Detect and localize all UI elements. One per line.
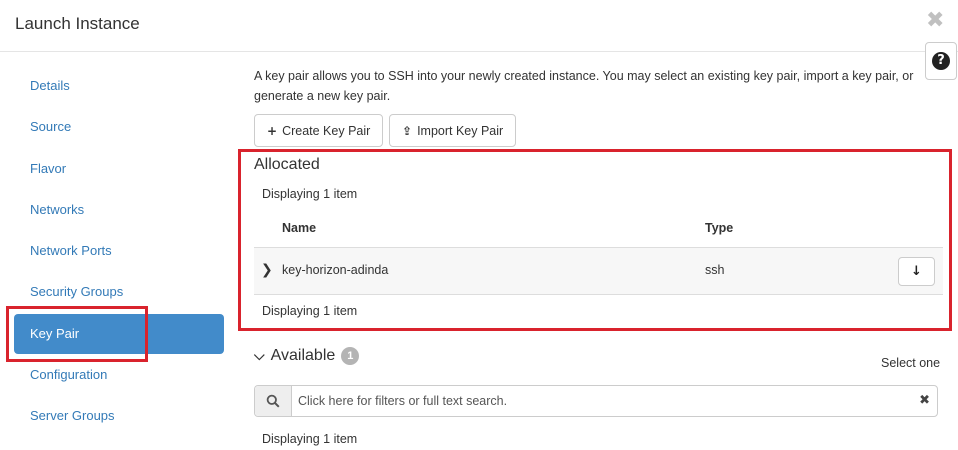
search-input[interactable] <box>292 386 904 416</box>
sidebar-item-flavor[interactable]: Flavor <box>14 149 224 189</box>
sidebar-item-details[interactable]: Details <box>14 66 224 106</box>
select-one-hint: Select one <box>881 356 941 370</box>
sidebar-item-server-groups[interactable]: Server Groups <box>14 396 224 436</box>
import-key-pair-label: Import Key Pair <box>417 123 504 138</box>
deallocate-button[interactable]: ↓ <box>898 257 935 286</box>
sidebar-item-key-pair[interactable]: Key Pair <box>14 313 224 354</box>
sidebar-item-security-groups[interactable]: Security Groups <box>14 272 224 312</box>
sidebar-item-networks[interactable]: Networks <box>14 190 224 230</box>
available-title[interactable]: Available <box>271 347 336 365</box>
available-display-count: Displaying 1 item <box>262 432 358 446</box>
modal-title: Launch Instance <box>15 14 140 33</box>
available-header: ⌵ Available 1 <box>254 347 360 365</box>
arrow-down-icon: ↓ <box>911 264 922 279</box>
sidebar-item-source[interactable]: Source <box>14 107 224 147</box>
search-icon <box>255 386 292 416</box>
help-button[interactable]: ? <box>925 42 957 80</box>
create-key-pair-label: Create Key Pair <box>282 123 371 138</box>
key-pair-description: A key pair allows you to SSH into your n… <box>254 69 914 103</box>
clear-search-icon[interactable]: ✖ <box>919 393 930 408</box>
header-divider <box>0 51 958 52</box>
allocated-title: Allocated <box>254 156 320 173</box>
table-row-divider <box>254 294 943 295</box>
chevron-down-icon[interactable]: ⌵ <box>254 348 265 364</box>
plus-icon: + <box>267 123 278 138</box>
allocated-display-count-bottom: Displaying 1 item <box>262 304 358 318</box>
wizard-sidebar: Details Source Flavor Networks Network P… <box>14 66 224 438</box>
column-header-name[interactable]: Name <box>282 221 316 235</box>
sidebar-item-configuration[interactable]: Configuration <box>14 355 224 395</box>
key-pair-type-cell: ssh <box>705 263 725 277</box>
create-key-pair-button[interactable]: + Create Key Pair <box>254 114 384 147</box>
question-icon: ? <box>932 52 950 70</box>
available-count-badge: 1 <box>341 347 360 365</box>
key-pair-name-cell: key-horizon-adinda <box>282 263 389 277</box>
column-header-type[interactable]: Type <box>705 221 733 235</box>
sidebar-item-network-ports[interactable]: Network Ports <box>14 231 224 271</box>
chevron-right-icon[interactable]: ❯ <box>261 262 273 278</box>
allocated-display-count-top: Displaying 1 item <box>262 187 358 201</box>
import-key-pair-button[interactable]: ⇪ Import Key Pair <box>389 114 517 147</box>
close-icon[interactable]: ✖ <box>926 10 944 32</box>
search-bar: ✖ <box>254 385 938 417</box>
upload-icon: ⇪ <box>402 123 413 138</box>
